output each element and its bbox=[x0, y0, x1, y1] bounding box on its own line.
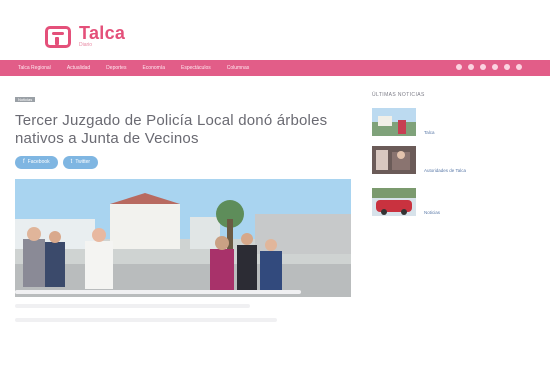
youtube-icon[interactable] bbox=[492, 64, 498, 70]
share-facebook-button[interactable]: f Facebook bbox=[15, 156, 58, 169]
sidebar-item-1[interactable]: Talca bbox=[372, 108, 435, 136]
facebook-icon: f bbox=[23, 159, 25, 165]
sidebar-thumbnail[interactable] bbox=[372, 146, 416, 174]
text-line bbox=[15, 318, 278, 322]
sidebar-thumbnail[interactable] bbox=[372, 108, 416, 136]
thumbnail-image bbox=[372, 188, 416, 216]
thumbnail-image bbox=[372, 108, 416, 136]
sidebar-item-title[interactable]: Talca bbox=[424, 130, 435, 135]
sidebar-thumbnail[interactable] bbox=[372, 188, 416, 216]
article-photo bbox=[15, 179, 351, 297]
social-icons bbox=[450, 64, 522, 70]
thumbnail-image bbox=[372, 146, 416, 174]
sidebar-item-title[interactable]: Noticias bbox=[424, 210, 440, 215]
site-header: Talca Diario bbox=[0, 0, 550, 60]
twitter-icon: t bbox=[70, 159, 73, 165]
sidebar-heading: ÚLTIMAS NOTICIAS bbox=[372, 92, 425, 98]
rss-icon[interactable] bbox=[504, 64, 510, 70]
article-photo-image bbox=[15, 179, 351, 297]
article-title: Tercer Juzgado de Policía Local donó árb… bbox=[15, 112, 328, 147]
share-twitter-button[interactable]: t Twitter bbox=[62, 156, 99, 169]
logo-title: Talca bbox=[79, 23, 126, 43]
sidebar-item-title[interactable]: Autoridades de Talca bbox=[424, 168, 466, 173]
logo-icon bbox=[45, 26, 71, 48]
text-line bbox=[15, 290, 301, 294]
twitter-icon[interactable] bbox=[468, 64, 474, 70]
search-icon[interactable] bbox=[516, 64, 522, 70]
logo-subtitle: Diario bbox=[79, 42, 93, 48]
share-facebook-label: Facebook bbox=[27, 159, 50, 165]
text-line bbox=[15, 304, 251, 308]
nav-item-espectaculos[interactable]: Espectáculos bbox=[181, 65, 211, 71]
sidebar-item-2[interactable]: Autoridades de Talca bbox=[372, 146, 466, 174]
article: Noticias Tercer Juzgado de Policía Local… bbox=[15, 88, 351, 297]
article-body bbox=[15, 290, 351, 332]
nav-item-economia[interactable]: Economía bbox=[142, 65, 165, 71]
nav-item-actualidad[interactable]: Actualidad bbox=[67, 65, 90, 71]
share-buttons: f Facebook t Twitter bbox=[15, 156, 351, 169]
instagram-icon[interactable] bbox=[480, 64, 486, 70]
sidebar-item-3[interactable]: Noticias bbox=[372, 188, 440, 216]
nav-item-deportes[interactable]: Deportes bbox=[106, 65, 126, 71]
main-navigation: Talca Regional Actualidad Deportes Econo… bbox=[0, 60, 550, 76]
nav-item-talca-regional[interactable]: Talca Regional bbox=[18, 65, 51, 71]
site-logo[interactable]: Talca Diario bbox=[45, 23, 126, 49]
facebook-icon[interactable] bbox=[456, 64, 462, 70]
category-badge[interactable]: Noticias bbox=[15, 97, 36, 102]
nav-menu: Talca Regional Actualidad Deportes Econo… bbox=[0, 65, 265, 71]
sidebar: ÚLTIMAS NOTICIAS Talca Autoridades de Ta… bbox=[372, 92, 492, 216]
share-twitter-label: Twitter bbox=[75, 159, 91, 165]
nav-item-columnas[interactable]: Columnas bbox=[227, 65, 250, 71]
logo-text: Talca Diario bbox=[79, 23, 126, 49]
